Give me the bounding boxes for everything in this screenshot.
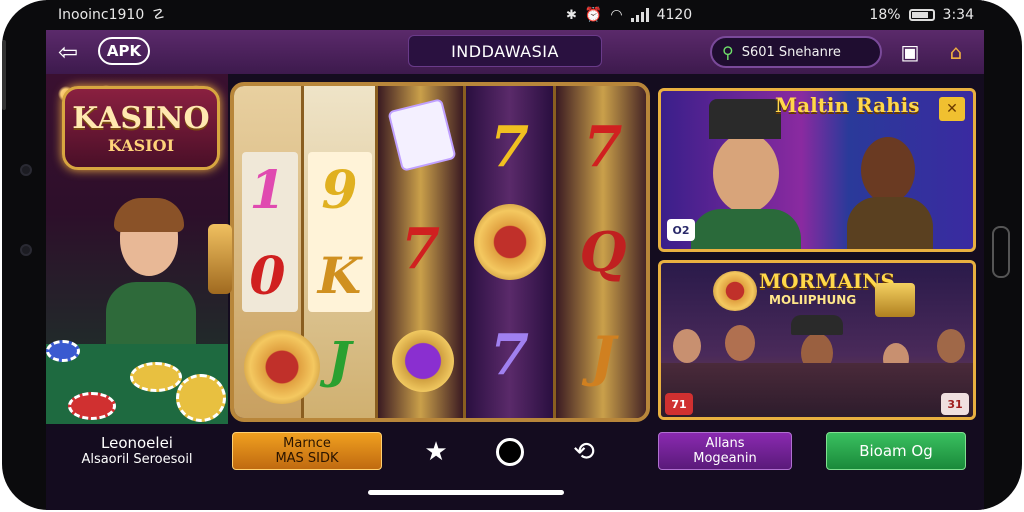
card1-title: Maltin Rahis [775,93,920,117]
home-indicator[interactable] [368,490,564,495]
reel-symbol: 9 [321,160,358,221]
profile-card-icon[interactable]: ▣ [896,38,924,66]
home-icon[interactable]: ⌂ [942,38,970,66]
poker-chip [130,362,182,392]
heart-medallion [474,204,546,280]
time-right: 3:34 [942,7,974,23]
search-icon: ⚲ [722,42,734,62]
badge-icon [713,271,757,311]
promo-card-1[interactable]: Maltin Rahis ✕ O2 [658,88,976,252]
button-line-1: Allans [705,436,745,451]
dealer-illustration [106,198,196,354]
button-line-1: Marnce [283,436,331,451]
time-center: 4120 [656,7,693,23]
bottom-bar: Leonoelei Alsaoril Seroesoil Marnce MAS … [46,424,984,476]
crowd-bodies [661,363,973,417]
carrier-text: Inooinc1910 [58,7,145,23]
playing-card-icon [387,98,457,172]
screen: Inooinc1910 ☡ ✱ ⏰ ◠ 4120 18% 3:34 ⇦ APK … [46,0,984,510]
guest-body [847,197,933,249]
wifi-icon: ☡ [152,7,165,23]
close-icon[interactable]: ✕ [939,97,965,121]
kasino-logo: KASINO KASIOI [62,86,220,170]
star-icon[interactable]: ★ [420,436,452,468]
search-input[interactable] [741,44,862,60]
front-camera [20,164,32,176]
marnce-button[interactable]: Marnce MAS SIDK [232,432,382,470]
status-bar: Inooinc1910 ☡ ✱ ⏰ ◠ 4120 18% 3:34 [46,0,984,30]
app-header: ⇦ APK INDDAWASIA ⚲ ▣ ⌂ [46,30,984,74]
card1-tag: O2 [667,219,695,241]
guest-face [861,137,915,203]
gold-coin [244,330,320,404]
reel-symbol: 1 [249,160,286,221]
slot-lever[interactable] [208,224,232,294]
power-button [2,40,6,110]
cowboy-hat [791,315,843,335]
apk-button[interactable]: APK [98,37,150,65]
card2-subtitle: MOLIIPHUNG [769,293,857,307]
bluetooth-icon: ✱ [566,7,577,23]
logo-title: KASINO [72,101,210,136]
battery-percent: 18% [869,7,901,23]
battery-icon [908,9,935,21]
caption-line-1: Leonoelei [101,434,173,452]
main-content: KASINO KASIOI 1 0 9 K J 7 7 7 7 Q J Malt… [46,74,984,424]
poker-chip [46,340,80,362]
reel-4: 7 7 [466,86,556,418]
refresh-icon[interactable]: ⟲ [568,436,600,468]
reel-symbol: 7 [583,114,623,180]
logo-subtitle: KASIOI [107,136,175,155]
card2-tag-right: 31 [941,393,969,415]
signal-icon [630,8,649,22]
sensor [20,244,32,256]
reel-symbol: 7 [490,322,529,388]
left-caption: Leonoelei Alsaoril Seroesoil [46,434,228,467]
left-promo-panel[interactable]: KASINO KASIOI [46,74,228,424]
reel-symbol: K [317,246,362,305]
bioam-button[interactable]: Bioam Og [826,432,966,470]
host-face [713,133,779,213]
slot-machine[interactable]: 1 0 9 K J 7 7 7 7 Q J [230,82,650,422]
side-home-button[interactable] [992,226,1010,278]
allans-button[interactable]: Allans Mogeanin [658,432,792,470]
crowd-face [673,329,701,363]
card2-tag-left: 71 [665,393,693,415]
reel-symbol: 7 [490,114,529,180]
phone-frame: Inooinc1910 ☡ ✱ ⏰ ◠ 4120 18% 3:34 ⇦ APK … [2,0,1022,510]
host-body [691,209,801,249]
host-hat [709,99,781,139]
purple-chip [392,330,454,392]
poker-chip [176,374,226,422]
reel-5: 7 Q J [556,86,646,418]
reel-symbol: 7 [401,216,440,282]
caption-line-2: Alsaoril Seroesoil [81,452,193,467]
back-arrow-icon[interactable]: ⇦ [58,38,78,66]
button-line-2: MAS SIDK [275,451,339,466]
treasure-chest-icon [875,283,915,317]
button-line-2: Mogeanin [693,451,757,466]
reel-symbol: J [590,324,616,388]
reel-symbol: 0 [249,246,286,307]
promo-card-2[interactable]: MORMAINS MOLIIPHUNG 71 31 [658,260,976,420]
poker-chip [68,392,116,420]
wifi-signal-icon: ◠ [610,7,623,23]
crowd-face [725,325,755,361]
reel-symbol: Q [579,220,627,284]
alarm-icon: ⏰ [584,7,603,23]
crowd-face [937,329,965,363]
app-title: INDDAWASIA [408,35,602,67]
circle-icon[interactable] [494,436,526,468]
search-box[interactable]: ⚲ [710,36,882,68]
